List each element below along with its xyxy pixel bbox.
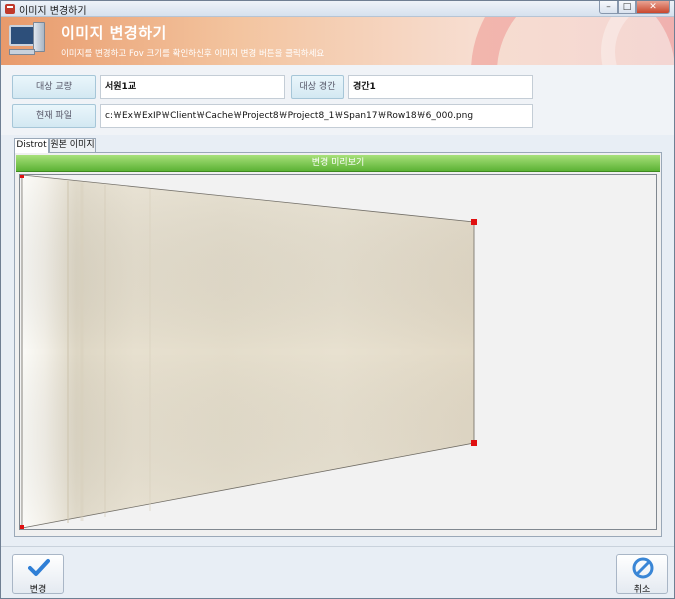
bridge-label: 대상 교량	[12, 75, 96, 99]
dialog-window: 이미지 변경하기 – □ ✕ 이미지 변경하기 이미지를 변경하고 Fov 크기…	[0, 0, 675, 599]
distorted-image-preview	[20, 175, 477, 529]
cancel-button[interactable]: 취소	[616, 554, 668, 595]
span-label: 대상 경간	[291, 75, 344, 99]
tab-original-image[interactable]: 원본 이미지	[49, 138, 96, 152]
header-banner: 이미지 변경하기 이미지를 변경하고 Fov 크기를 확인하신후 이미지 변경 …	[1, 17, 674, 65]
cancel-button-label: 취소	[633, 585, 651, 595]
preview-canvas[interactable]	[19, 174, 657, 530]
file-label: 현재 파일	[12, 104, 96, 128]
close-button[interactable]: ✕	[636, 1, 670, 14]
banner-subtitle: 이미지를 변경하고 Fov 크기를 확인하신후 이미지 변경 버튼을 클릭하세요	[61, 49, 325, 59]
corner-handle-bottom-right[interactable]	[471, 440, 477, 446]
apply-button-label: 변경	[29, 585, 47, 595]
apply-button[interactable]: 변경	[12, 554, 64, 595]
window-title: 이미지 변경하기	[19, 6, 87, 17]
minimize-button[interactable]: –	[599, 1, 618, 14]
title-bar[interactable]: 이미지 변경하기 – □ ✕	[1, 1, 674, 17]
banner-title: 이미지 변경하기	[61, 24, 167, 42]
computer-icon	[9, 22, 47, 58]
maximize-button[interactable]: □	[618, 1, 636, 14]
banner-decoration	[601, 17, 674, 65]
info-form: 대상 교량 서원1교 대상 경간 경간1 현재 파일 c:￦Ex￦ExIP￦Cl…	[1, 65, 674, 135]
app-icon	[5, 4, 15, 14]
checkmark-icon	[28, 559, 50, 576]
span-field[interactable]: 경간1	[348, 75, 533, 99]
corner-handle-top-right[interactable]	[471, 219, 477, 225]
corner-handle-bottom-left[interactable]	[20, 525, 24, 529]
corner-handle-top-left[interactable]	[20, 175, 24, 178]
divider	[1, 546, 674, 547]
tab-panel: 변경 미리보기	[14, 152, 662, 537]
preview-header: 변경 미리보기	[16, 155, 660, 172]
file-path-field[interactable]: c:￦Ex￦ExIP￦Client￦Cache￦Project8￦Project…	[100, 104, 533, 128]
tab-distrot[interactable]: Distrot	[14, 138, 49, 153]
cancel-icon	[632, 557, 654, 579]
bridge-field[interactable]: 서원1교	[100, 75, 285, 99]
